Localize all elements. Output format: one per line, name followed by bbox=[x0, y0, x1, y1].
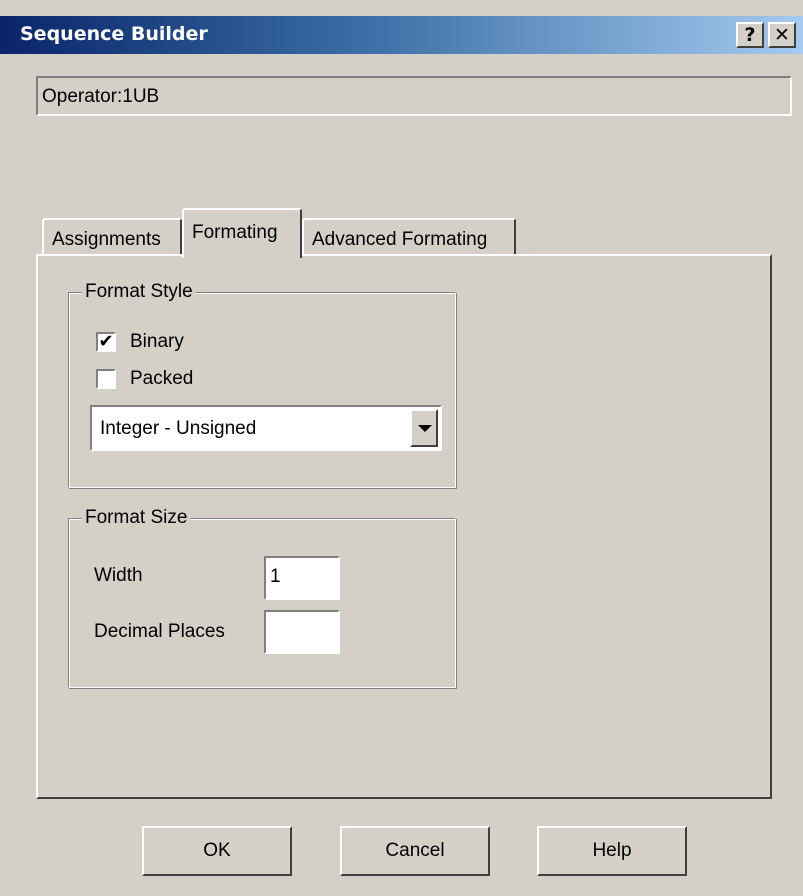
chevron-down-icon[interactable] bbox=[410, 409, 438, 447]
operator-text: Operator:1UB bbox=[42, 86, 160, 107]
help-button[interactable]: Help bbox=[537, 826, 687, 876]
format-size-legend: Format Size bbox=[82, 507, 191, 529]
ok-button[interactable]: OK bbox=[142, 826, 292, 876]
operator-field: Operator:1UB bbox=[36, 76, 792, 116]
binary-checkbox[interactable]: ✔ bbox=[96, 332, 116, 352]
binary-label: Binary bbox=[130, 331, 184, 352]
tab-advanced-formating-label: Advanced Formating bbox=[312, 229, 488, 250]
width-label: Width bbox=[94, 565, 143, 586]
format-size-group bbox=[68, 518, 456, 688]
packed-checkbox[interactable] bbox=[96, 369, 116, 389]
window-title: Sequence Builder bbox=[20, 23, 208, 45]
format-style-group bbox=[68, 292, 456, 488]
tab-advanced-formating[interactable]: Advanced Formating bbox=[302, 218, 516, 256]
close-icon[interactable]: ✕ bbox=[768, 22, 796, 48]
tab-assignments-label: Assignments bbox=[52, 229, 161, 250]
format-style-legend: Format Style bbox=[82, 281, 196, 303]
packed-label: Packed bbox=[130, 368, 194, 389]
tab-formating[interactable]: Formating bbox=[182, 208, 302, 258]
width-value: 1 bbox=[270, 566, 281, 587]
tab-assignments[interactable]: Assignments bbox=[42, 218, 182, 256]
width-input[interactable]: 1 bbox=[264, 556, 340, 600]
decimal-places-input[interactable] bbox=[264, 610, 340, 654]
decimal-places-label: Decimal Places bbox=[94, 621, 225, 642]
format-type-select[interactable]: Integer - Unsigned bbox=[90, 405, 442, 451]
title-bar: Sequence Builder ? ✕ bbox=[0, 16, 803, 54]
help-icon[interactable]: ? bbox=[736, 22, 764, 48]
cancel-button[interactable]: Cancel bbox=[340, 826, 490, 876]
tab-formating-label: Formating bbox=[192, 222, 278, 243]
format-type-value: Integer - Unsigned bbox=[100, 418, 257, 439]
